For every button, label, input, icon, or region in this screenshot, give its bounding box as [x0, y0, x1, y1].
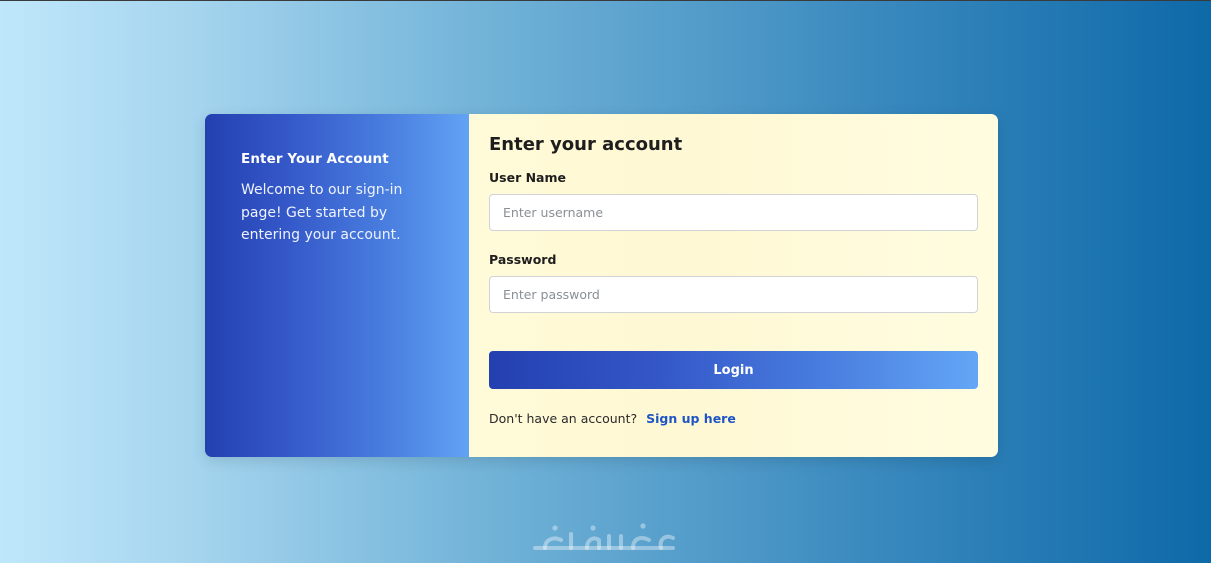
signup-link[interactable]: Sign up here: [646, 411, 736, 426]
login-card: Enter Your Account Welcome to our sign-i…: [205, 114, 998, 457]
username-group: User Name: [489, 170, 978, 231]
info-panel: Enter Your Account Welcome to our sign-i…: [205, 114, 469, 457]
password-group: Password: [489, 252, 978, 313]
password-input[interactable]: [489, 276, 978, 313]
login-form: Enter your account User Name Password Lo…: [469, 114, 998, 457]
khamsat-watermark-logo: [533, 523, 675, 550]
info-panel-title: Enter Your Account: [241, 151, 389, 167]
form-title: Enter your account: [489, 134, 683, 155]
password-label: Password: [489, 252, 557, 267]
info-panel-description: Welcome to our sign-in page! Get started…: [241, 182, 403, 243]
username-label: User Name: [489, 170, 566, 185]
login-button[interactable]: Login: [489, 351, 978, 389]
signup-prompt: Don't have an account?: [489, 411, 638, 426]
signup-row: Don't have an account? Sign up here: [489, 411, 978, 426]
username-input[interactable]: [489, 194, 978, 231]
